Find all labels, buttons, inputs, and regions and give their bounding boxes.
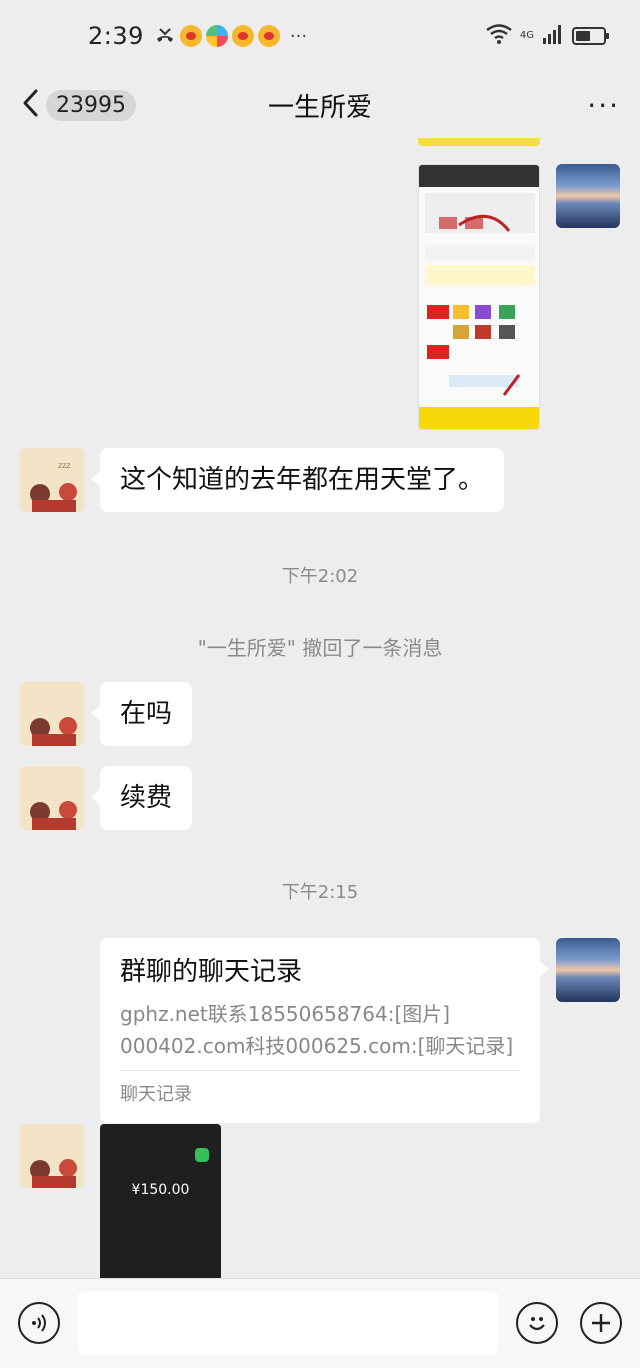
avatar[interactable] [20,682,84,746]
screenshot-thumbnail [419,165,539,429]
chat-header: 23995 一生所爱 ··· [0,72,640,138]
status-time: 2:39 [88,22,144,50]
image-message[interactable] [418,138,540,146]
missed-call-icon [154,25,176,47]
message-text: 这个知道的去年都在用天堂了。 [120,465,485,495]
battery-icon [572,27,609,45]
chevron-left-icon [20,88,40,122]
avatar[interactable]: ZZZ [20,448,84,512]
voice-button[interactable] [18,1302,60,1344]
avatar[interactable] [20,1124,84,1188]
signal-icon [542,24,564,48]
wechat-pay-icon [195,1148,209,1162]
plus-icon [592,1314,610,1332]
timestamp: 下午2:15 [281,882,359,903]
svg-text:ZZZ: ZZZ [58,463,70,470]
timestamp: 下午2:02 [281,566,359,587]
weibo-icon [231,25,254,47]
avatar[interactable] [556,164,620,228]
chat-record-preview-line: gphz.net联系18550658764:[图片] [120,1002,451,1026]
message-text: 续费 [120,783,173,813]
system-icons: 4G [486,24,609,48]
weibo-icon [179,25,202,47]
image-message[interactable]: ¥150.00 [100,1124,221,1278]
plus-button[interactable] [580,1302,622,1344]
chat-record-title: 群聊的聊天记录 [120,957,303,987]
message-input[interactable] [78,1291,498,1355]
chat-record-card[interactable]: 群聊的聊天记录 gphz.net联系18550658764:[图片] 00040… [100,938,549,1123]
avatar[interactable] [20,766,84,830]
network-type-label: 4G [519,30,534,41]
recall-notice: "一生所爱" 撤回了一条消息 [197,636,443,660]
emoji-button[interactable] [516,1302,558,1344]
back-button[interactable]: 23995 [20,88,136,122]
more-options-button[interactable]: ··· [587,89,620,122]
status-bar: 2:39 ··· 4G [0,0,640,72]
emoji-icon [529,1317,545,1331]
chat-record-footer: 聊天记录 [120,1084,192,1105]
wifi-icon [486,24,512,48]
chat-record-preview-line: 000402.com科技000625.com:[聊天记录] [120,1034,514,1058]
text-message[interactable]: 续费 [90,766,193,830]
unread-count-badge: 23995 [46,89,136,121]
notification-icons: ··· [154,25,307,47]
divider [120,1070,520,1071]
voice-icon [32,1314,46,1332]
input-bar [0,1278,640,1368]
app-notification-icon [205,25,228,47]
image-message[interactable] [418,164,540,430]
avatar[interactable] [556,938,620,1002]
text-message[interactable]: 在吗 [90,682,193,746]
weibo-icon [257,25,280,47]
message-list[interactable]: ZZZ 这个知道的去年都在用天堂了。 下午2:02 "一生所爱" 撤回了一条消息… [0,138,640,1278]
more-notifications-icon: ··· [289,25,308,47]
text-message[interactable]: 这个知道的去年都在用天堂了。 [90,448,505,512]
payment-amount: ¥150.00 [131,1182,190,1198]
message-text: 在吗 [120,699,173,729]
